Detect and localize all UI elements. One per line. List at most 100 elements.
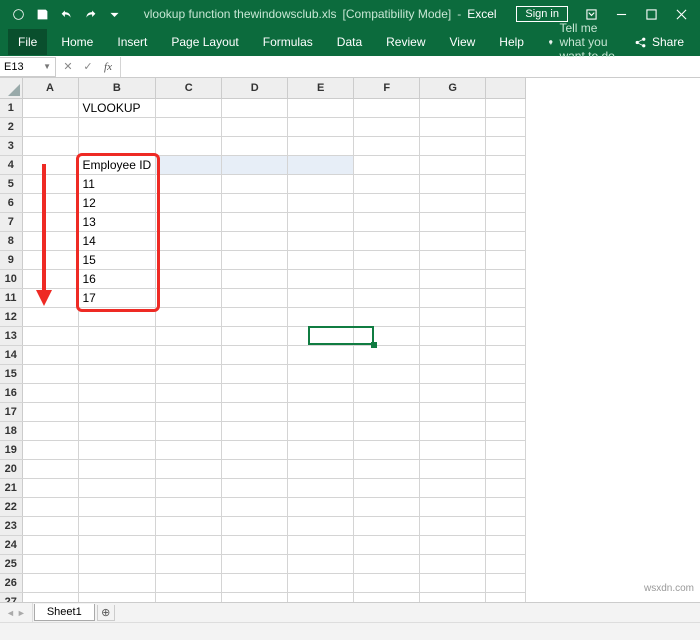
cell[interactable] (486, 117, 526, 136)
cell[interactable] (486, 478, 526, 497)
cell[interactable] (222, 117, 288, 136)
redo-button[interactable] (80, 4, 100, 24)
cell[interactable] (486, 193, 526, 212)
cell[interactable] (22, 288, 78, 307)
cell[interactable] (486, 497, 526, 516)
cell[interactable] (486, 155, 526, 174)
sheet-nav-prev[interactable]: ◄ (6, 608, 15, 618)
cell[interactable] (420, 535, 486, 554)
cell[interactable] (156, 573, 222, 592)
cell[interactable] (22, 269, 78, 288)
cell[interactable] (22, 573, 78, 592)
sheet-tab-sheet1[interactable]: Sheet1 (34, 604, 95, 621)
cell[interactable] (486, 231, 526, 250)
cell[interactable] (156, 250, 222, 269)
cell[interactable] (486, 345, 526, 364)
share-button[interactable]: Share (626, 31, 692, 53)
cell[interactable] (78, 497, 156, 516)
cell[interactable] (156, 364, 222, 383)
cell[interactable] (354, 98, 420, 117)
maximize-button[interactable] (636, 3, 666, 25)
cell[interactable] (222, 155, 288, 174)
cell[interactable] (486, 383, 526, 402)
cell[interactable] (288, 193, 354, 212)
row-header[interactable]: 16 (0, 383, 22, 402)
cell[interactable] (222, 193, 288, 212)
cell[interactable] (420, 326, 486, 345)
cell[interactable] (354, 193, 420, 212)
cell[interactable] (354, 535, 420, 554)
row-header[interactable]: 8 (0, 231, 22, 250)
cell[interactable] (288, 288, 354, 307)
cell[interactable] (156, 307, 222, 326)
enter-formula-button[interactable]: ✓ (78, 58, 98, 76)
tab-insert[interactable]: Insert (107, 29, 157, 55)
cell[interactable] (420, 440, 486, 459)
cell[interactable]: 16 (78, 269, 156, 288)
cell[interactable] (222, 212, 288, 231)
cell[interactable] (22, 383, 78, 402)
cell[interactable] (156, 383, 222, 402)
cell[interactable] (222, 231, 288, 250)
cell[interactable] (156, 269, 222, 288)
cell[interactable] (222, 98, 288, 117)
cell[interactable] (222, 516, 288, 535)
cell[interactable] (222, 554, 288, 573)
cell[interactable] (156, 288, 222, 307)
cell[interactable] (486, 326, 526, 345)
row-header[interactable]: 2 (0, 117, 22, 136)
cell[interactable] (78, 440, 156, 459)
cell[interactable] (354, 364, 420, 383)
row-header[interactable]: 24 (0, 535, 22, 554)
cell[interactable]: 15 (78, 250, 156, 269)
cell[interactable] (222, 440, 288, 459)
cell[interactable] (22, 459, 78, 478)
cell[interactable] (354, 402, 420, 421)
cell[interactable] (22, 478, 78, 497)
cell[interactable] (288, 554, 354, 573)
close-button[interactable] (666, 3, 696, 25)
cell[interactable] (156, 193, 222, 212)
cell[interactable] (486, 364, 526, 383)
column-header[interactable]: E (288, 78, 354, 98)
cell[interactable] (288, 459, 354, 478)
column-header[interactable]: F (354, 78, 420, 98)
cell[interactable] (354, 573, 420, 592)
cell[interactable] (288, 250, 354, 269)
cancel-formula-button[interactable]: ✕ (58, 58, 78, 76)
cell[interactable] (78, 535, 156, 554)
cell[interactable] (222, 497, 288, 516)
cell[interactable] (156, 155, 222, 174)
cell[interactable] (156, 212, 222, 231)
cell[interactable] (22, 554, 78, 573)
cell[interactable] (22, 307, 78, 326)
cell[interactable] (156, 516, 222, 535)
row-header[interactable]: 25 (0, 554, 22, 573)
cell[interactable] (354, 383, 420, 402)
row-header[interactable]: 3 (0, 136, 22, 155)
cell[interactable] (78, 478, 156, 497)
cell[interactable] (288, 421, 354, 440)
cell[interactable] (420, 383, 486, 402)
cell[interactable] (420, 212, 486, 231)
cell[interactable] (222, 288, 288, 307)
cell[interactable] (354, 117, 420, 136)
cell[interactable] (486, 98, 526, 117)
cell[interactable] (78, 117, 156, 136)
row-header[interactable]: 13 (0, 326, 22, 345)
cell[interactable] (354, 478, 420, 497)
row-header[interactable]: 9 (0, 250, 22, 269)
cell[interactable] (486, 269, 526, 288)
tab-home[interactable]: Home (51, 29, 103, 55)
row-header[interactable]: 21 (0, 478, 22, 497)
cell[interactable] (222, 269, 288, 288)
cell[interactable] (78, 459, 156, 478)
cell[interactable] (288, 269, 354, 288)
cell[interactable] (354, 326, 420, 345)
cell[interactable] (156, 402, 222, 421)
cell[interactable] (222, 573, 288, 592)
cell[interactable]: 12 (78, 193, 156, 212)
row-header[interactable]: 1 (0, 98, 22, 117)
cell[interactable] (288, 364, 354, 383)
cell[interactable] (22, 212, 78, 231)
